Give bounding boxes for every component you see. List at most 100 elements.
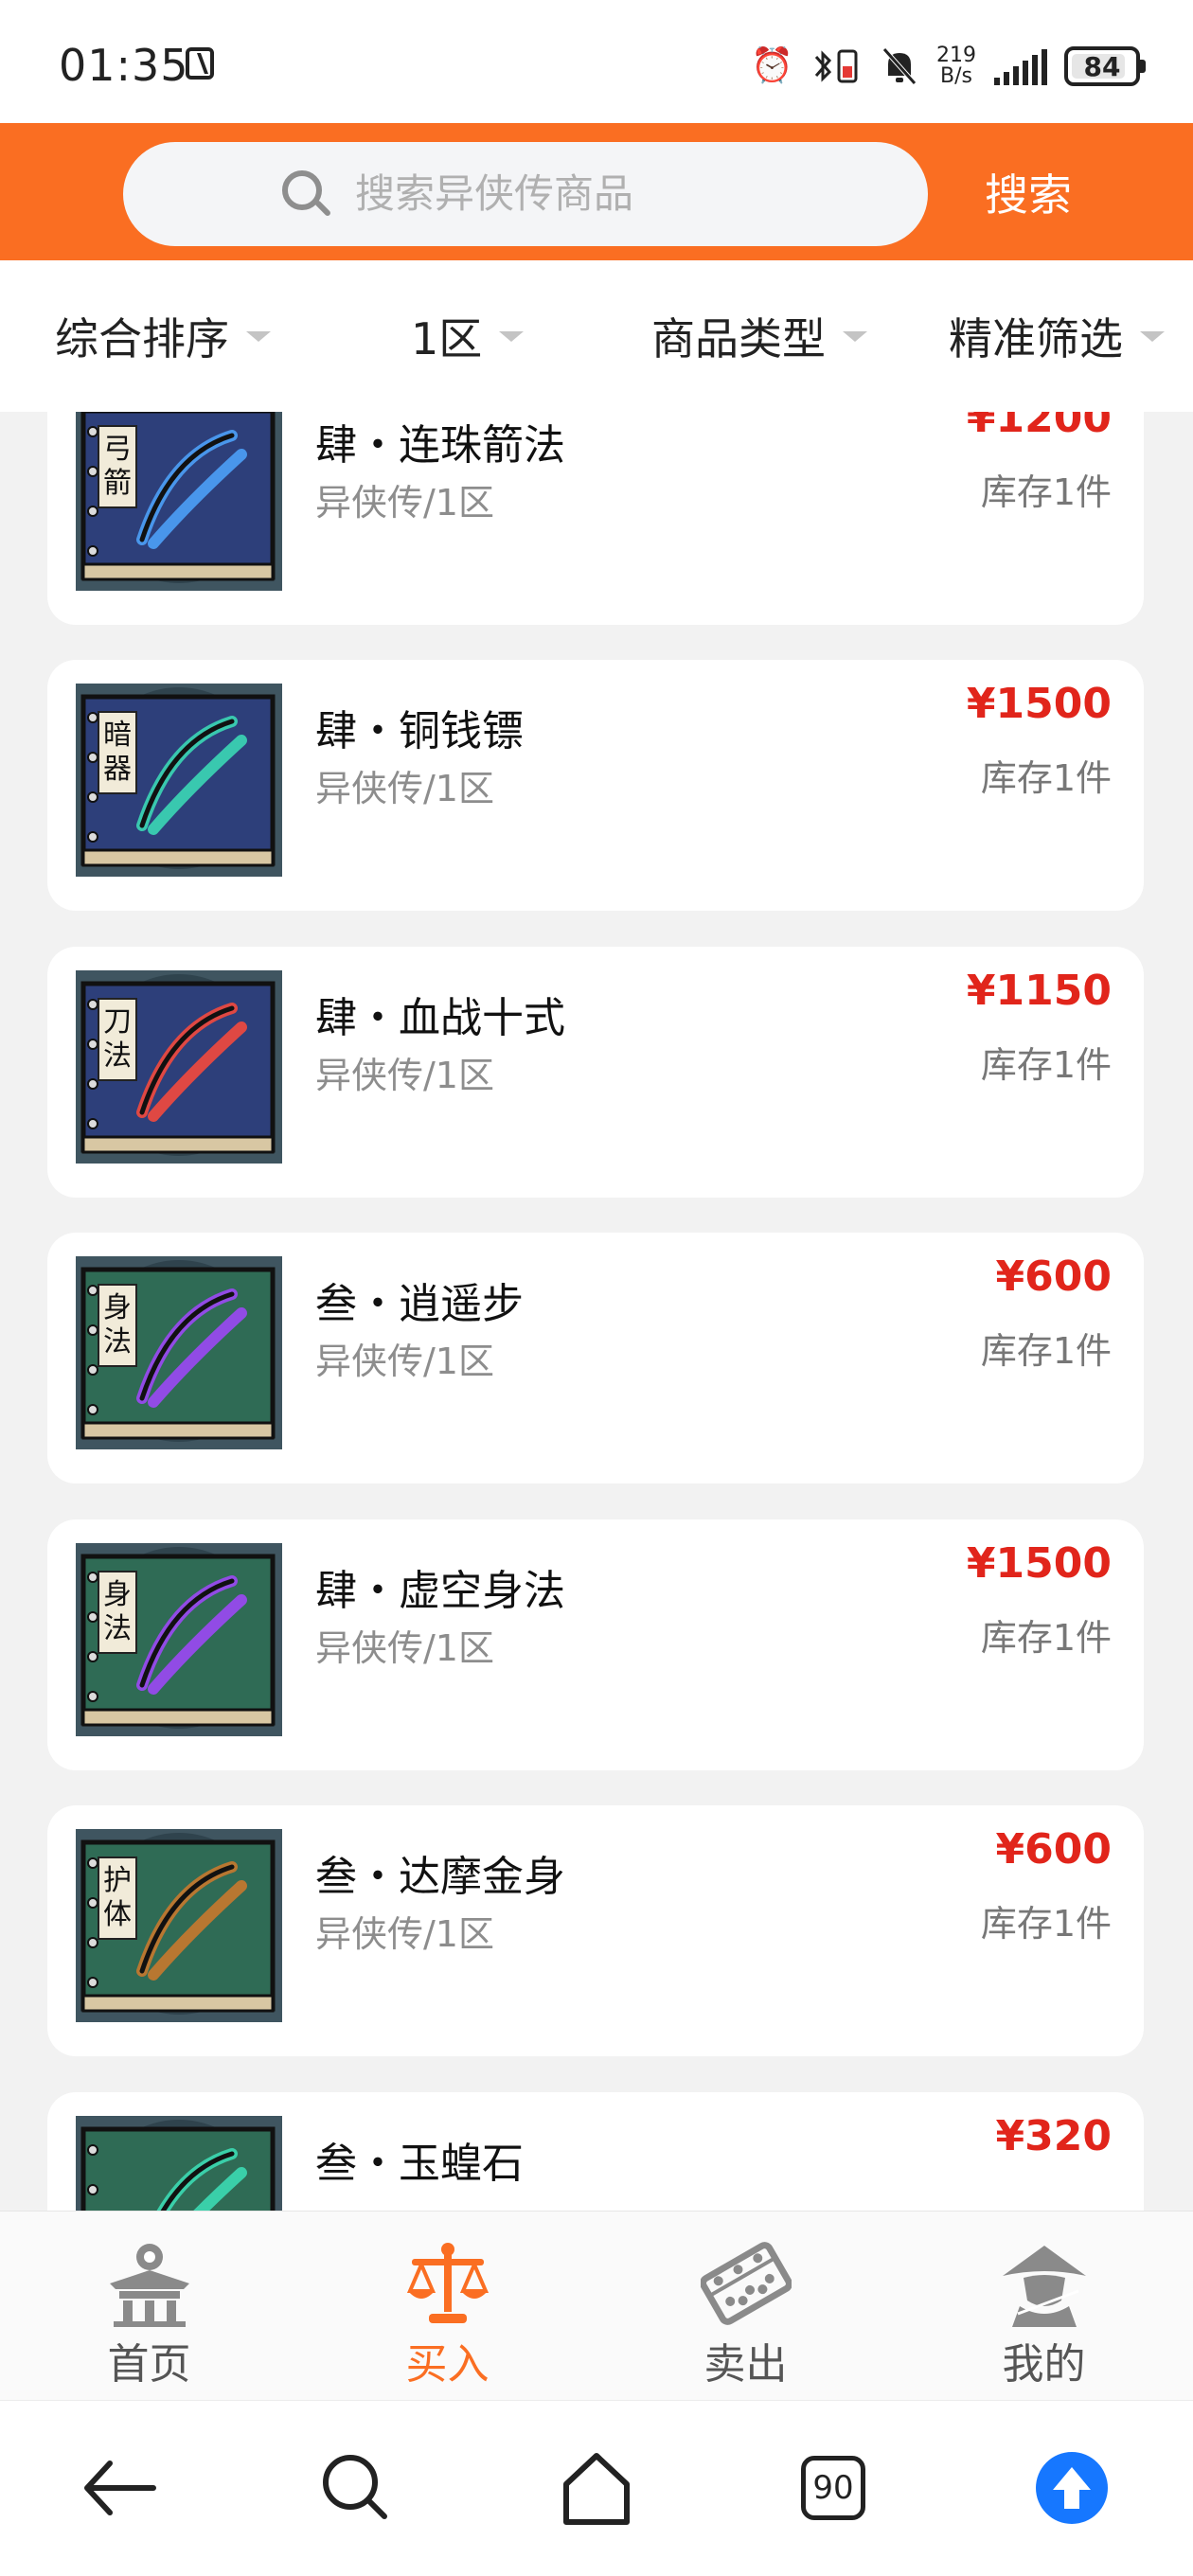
product-card[interactable]: 暗器 肆・铜钱镖 异侠传/1区 ¥1500 库存1件 [47,660,1144,911]
nfc-icon [186,47,214,80]
filter-precise-label: 精准筛选 [949,313,1123,364]
filter-bar: 综合排序 1区 商品类型 精准筛选 [0,260,1193,412]
search-input[interactable]: 搜索异侠传商品 [123,142,928,246]
movement-skill-book-icon: 身法 [76,1256,282,1449]
filter-sort-label: 综合排序 [55,313,229,364]
net-speed: 219 B/s [936,44,976,88]
body-protection-skill-book-icon: 护体 [76,1829,282,2022]
product-card[interactable]: 身法 叁・逍遥步 异侠传/1区 ¥600 库存1件 [47,1233,1144,1483]
book-tag-char: 身 [103,1578,132,1611]
mute-bell-icon [882,47,917,85]
filter-server-label: 1区 [411,313,483,364]
book-tag-char: 体 [103,1898,132,1931]
product-server: 异侠传/1区 [315,768,494,809]
status-bar: 01:35 ⏰ 219 B/s 84 [0,0,1193,123]
product-stock: 库存1件 [980,471,1112,513]
search-placeholder: 搜索异侠传商品 [355,170,634,217]
search-header: 搜索异侠传商品 搜索 [0,123,1193,260]
product-price: ¥1500 [966,1539,1112,1588]
battery-level: 84 [1083,50,1121,82]
blade-skill-book-icon: 刀法 [76,970,282,1164]
chevron-down-icon [246,330,271,342]
tab-home-label: 首页 [107,2340,191,2389]
product-name: 肆・虚空身法 [315,1567,565,1615]
product-server: 异侠传/1区 [315,1627,494,1669]
product-card[interactable]: 护体 叁・达摩金身 异侠传/1区 ¥600 库存1件 [47,1805,1144,2056]
tabs-switcher-button[interactable]: 90 [788,2441,882,2535]
product-price: ¥1500 [966,680,1112,728]
product-price: ¥1150 [966,967,1112,1015]
product-stock: 库存1件 [980,1330,1112,1372]
book-tag-char: 身 [103,1291,132,1324]
product-name: 叁・逍遥步 [315,1280,524,1328]
alarm-icon: ⏰ [751,46,793,85]
scroll-to-top-icon[interactable] [1024,2441,1119,2535]
tab-sell-label: 卖出 [703,2340,788,2389]
product-stock: 库存1件 [980,1903,1112,1945]
book-tag-char: 法 [103,1612,132,1645]
filter-item-type-label: 商品类型 [651,313,826,364]
book-tag-char: 法 [103,1039,132,1073]
bluetooth-vibrate-icon [814,49,858,83]
filter-sort[interactable]: 综合排序 [55,260,271,412]
chevron-down-icon [843,330,867,342]
skill-book-icon [76,2116,282,2211]
system-navigation-bar: 90 [0,2400,1193,2576]
tab-mine-label: 我的 [1002,2340,1086,2389]
book-tag-char: 弓 [103,433,132,466]
home-icon[interactable] [549,2441,644,2535]
tab-mine[interactable]: 我的 [895,2212,1193,2401]
book-tag-char: 箭 [103,467,132,500]
product-stock: 库存1件 [980,757,1112,799]
product-card[interactable]: 弓箭 肆・连珠箭法 异侠传/1区 ¥1200 库存1件 [47,412,1144,625]
product-stock: 库存1件 [980,1044,1112,1086]
battery-icon: 84 [1064,46,1146,86]
product-name: 肆・血战十式 [315,994,565,1042]
tab-buy[interactable]: 买入 [298,2212,596,2401]
tab-buy-label: 买入 [405,2340,490,2389]
product-card[interactable]: 刀法 肆・血战十式 异侠传/1区 ¥1150 库存1件 [47,947,1144,1198]
product-price: ¥1200 [966,412,1112,442]
filter-server[interactable]: 1区 [411,260,525,412]
status-time: 01:35 [59,40,189,91]
book-tag-char: 护 [103,1864,132,1897]
book-tag-char: 器 [103,753,132,786]
movement-skill-book-icon: 身法 [76,1543,282,1736]
book-tag-char: 刀 [103,1005,132,1039]
bow-arrow-skill-book-icon: 弓箭 [76,412,282,591]
home-temple-icon [110,2244,189,2327]
book-tag-char: 暗 [103,719,132,752]
filter-item-type[interactable]: 商品类型 [651,260,867,412]
product-price: ¥320 [995,2112,1112,2160]
product-price: ¥600 [995,1825,1112,1874]
search-icon [282,170,322,210]
product-list[interactable]: 弓箭 肆・连珠箭法 异侠传/1区 ¥1200 库存1件 暗器 肆・铜钱镖 异侠传… [0,412,1193,2211]
product-server: 异侠传/1区 [315,1913,494,1955]
scales-icon [406,2243,490,2323]
tab-count: 90 [801,2456,865,2520]
swordsman-avatar-icon [1003,2246,1086,2327]
product-server: 异侠传/1区 [315,1055,494,1096]
abacus-icon [701,2242,792,2325]
status-icons: ⏰ 219 B/s 84 [751,38,1146,95]
tab-sell[interactable]: 卖出 [596,2212,895,2401]
signal-icon [994,47,1047,85]
tab-home[interactable]: 首页 [0,2212,298,2401]
product-name: 叁・达摩金身 [315,1853,565,1901]
product-card[interactable]: 身法 肆・虚空身法 异侠传/1区 ¥1500 库存1件 [47,1519,1144,1770]
bottom-tab-bar: 首页 买入 卖出 我的 [0,2211,1193,2401]
chevron-down-icon [499,330,525,342]
product-price: ¥600 [995,1252,1112,1301]
product-name: 肆・铜钱镖 [315,707,524,755]
back-arrow-icon[interactable] [72,2441,167,2535]
product-card[interactable]: 叁・玉蝗石 ¥320 [47,2092,1144,2211]
product-server: 异侠传/1区 [315,482,494,524]
search-icon[interactable] [309,2441,403,2535]
chevron-down-icon [1140,330,1165,342]
search-button[interactable]: 搜索 [985,161,1072,229]
product-name: 叁・玉蝗石 [315,2140,524,2188]
product-stock: 库存1件 [980,1617,1112,1659]
book-tag-char: 法 [103,1325,132,1359]
hidden-weapon-skill-book-icon: 暗器 [76,684,282,877]
filter-precise[interactable]: 精准筛选 [949,260,1165,412]
